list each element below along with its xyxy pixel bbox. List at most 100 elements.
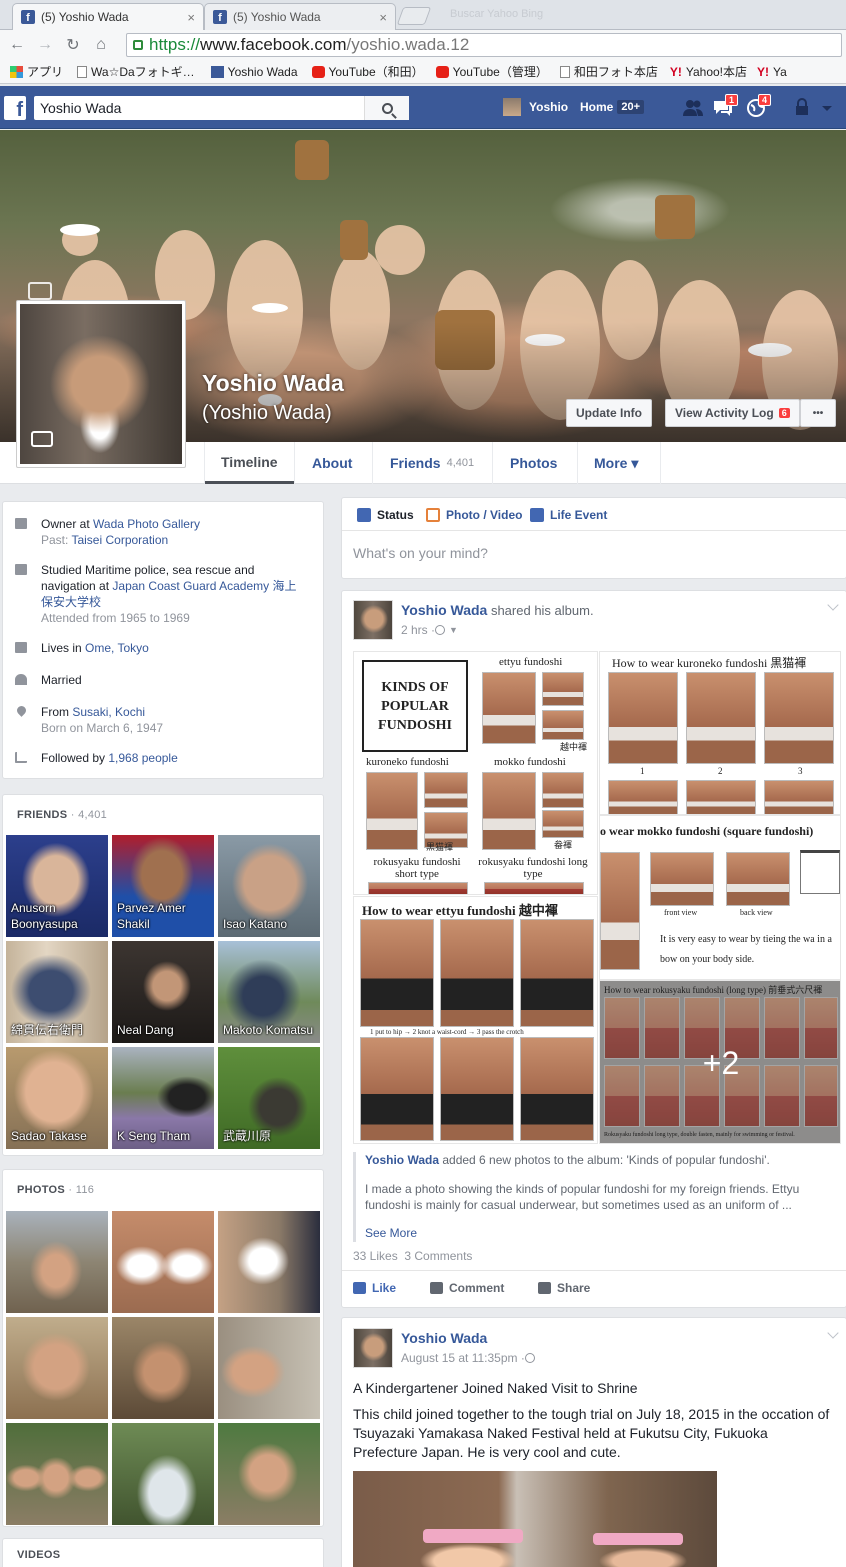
lock-icon	[133, 40, 143, 50]
pencil-icon	[357, 508, 371, 522]
comment-button[interactable]: Comment	[430, 1281, 504, 1295]
post-timestamp[interactable]: August 15 at 11:35pm ·	[401, 1351, 535, 1365]
home-icon[interactable]: ⌂	[90, 34, 112, 56]
more-options-button[interactable]: •••	[800, 399, 836, 427]
album-photo-kuroneko[interactable]: How to wear kuroneko fundoshi 黒猫褌 1 2 3	[599, 651, 841, 815]
post-photo[interactable]	[353, 1471, 717, 1567]
photo-tile[interactable]	[112, 1423, 214, 1525]
bookmark-yahoo[interactable]: Y! Yahoo!本店	[670, 63, 747, 80]
new-tab-button[interactable]	[396, 7, 432, 25]
bookmark-youtube-wada[interactable]: YouTube（和田）	[311, 63, 424, 80]
friend-tile[interactable]: Anusorn Boonyasupa	[6, 835, 108, 937]
bookmark-wada-gallery[interactable]: Wa☆Daフォトギ…	[77, 63, 195, 80]
bookmark-facebook[interactable]: Yoshio Wada	[210, 65, 298, 79]
photo-tile[interactable]	[218, 1423, 320, 1525]
videos-section-title[interactable]: VIDEOS	[17, 1549, 60, 1561]
album-photo-rokusyaku-more[interactable]: How to wear rokusyaku fundoshi (long typ…	[599, 980, 841, 1144]
home-link[interactable]: Home 20+	[580, 100, 645, 114]
update-cover-camera-icon[interactable]	[28, 282, 52, 300]
followers-link[interactable]: 1,968 people	[108, 751, 177, 765]
friend-requests-icon[interactable]	[682, 98, 704, 118]
profile-name[interactable]: Yoshio Wada	[202, 370, 344, 397]
reload-icon[interactable]: ↻	[62, 34, 84, 56]
photo-tile[interactable]	[6, 1211, 108, 1313]
post-timestamp[interactable]: 2 hrs · ▼	[401, 623, 458, 637]
post-author-link[interactable]: Yoshio Wada	[401, 602, 487, 618]
update-info-button[interactable]: Update Info	[566, 399, 652, 427]
post-author-avatar[interactable]	[353, 1328, 393, 1368]
profile-picture[interactable]	[16, 300, 186, 468]
tab-about[interactable]: About	[312, 442, 352, 484]
bookmark-youtube-admin[interactable]: YouTube（管理）	[435, 63, 548, 80]
browser-tab[interactable]: f (5) Yoshio Wada ×	[204, 3, 396, 30]
browser-tab-active[interactable]: f (5) Yoshio Wada ×	[12, 3, 204, 30]
update-profile-camera-icon[interactable]	[31, 431, 53, 447]
photo-tile[interactable]	[218, 1211, 320, 1313]
address-bar[interactable]: https://www.facebook.com/yoshio.wada.12	[126, 33, 842, 57]
friend-tile[interactable]: Neal Dang	[112, 941, 214, 1043]
composer-tab-status[interactable]: Status	[357, 508, 414, 522]
photo-icon	[426, 508, 440, 522]
tab-timeline[interactable]: Timeline	[205, 442, 294, 484]
account-menu-chevron-down-icon[interactable]	[820, 98, 842, 118]
album-photo-mokko[interactable]: o wear mokko fundoshi (square fundoshi) …	[599, 815, 841, 980]
more-photos-overlay[interactable]: +2	[600, 981, 840, 1143]
facebook-logo-icon[interactable]: f	[4, 96, 26, 120]
photos-section-title[interactable]: PHOTOS · 116	[17, 1184, 94, 1196]
house-icon	[15, 642, 27, 653]
public-globe-icon[interactable]	[435, 625, 446, 635]
like-button[interactable]: Like	[353, 1281, 396, 1295]
tab-photos[interactable]: Photos	[510, 442, 557, 484]
photo-tile[interactable]	[6, 1317, 108, 1419]
back-arrow-icon[interactable]: ←	[6, 34, 28, 56]
friend-tile[interactable]: Parvez Amer Shakil	[112, 835, 214, 937]
apps-icon	[10, 65, 23, 78]
messages-icon[interactable]: 1	[712, 94, 738, 118]
see-more-link[interactable]: See More	[365, 1226, 417, 1240]
comments-count-link[interactable]: 3 Comments	[404, 1249, 472, 1263]
friend-tile[interactable]: Sadao Takase	[6, 1047, 108, 1149]
post-author-link[interactable]: Yoshio Wada	[401, 1330, 487, 1346]
public-globe-icon[interactable]	[524, 1353, 535, 1363]
view-activity-log-button[interactable]: View Activity Log 6	[665, 399, 800, 427]
close-tab-icon[interactable]: ×	[187, 10, 195, 25]
hometown-link[interactable]: Susaki, Kochi	[72, 705, 145, 719]
current-city-link[interactable]: Ome, Tokyo	[85, 641, 149, 655]
graduation-cap-icon	[15, 564, 27, 575]
notifications-globe-icon[interactable]: 4	[745, 94, 771, 118]
bookmark-apps[interactable]: アプリ	[10, 63, 63, 80]
album-photo-kinds[interactable]: KINDS OF POPULAR FUNDOSHI ettyu fundoshi…	[353, 651, 598, 895]
tab-more[interactable]: More ▾	[594, 442, 638, 484]
composer-input[interactable]: What's on your mind?	[353, 545, 833, 561]
work-link[interactable]: Wada Photo Gallery	[93, 517, 200, 531]
share-button[interactable]: Share	[538, 1281, 590, 1295]
album-photo-ettyu[interactable]: How to wear ettyu fundoshi 越中褌 1 put to …	[353, 896, 598, 1144]
facebook-search-input[interactable]: Yoshio Wada	[34, 96, 409, 120]
photo-tile[interactable]	[218, 1317, 320, 1419]
yahoo-icon: Y!	[757, 64, 770, 79]
forward-arrow-icon[interactable]: →	[34, 34, 56, 56]
album-author-link[interactable]: Yoshio Wada	[365, 1153, 439, 1167]
likes-count-link[interactable]: 33 Likes	[353, 1249, 398, 1263]
post-author-avatar[interactable]	[353, 600, 393, 640]
audience-chevron-down-icon[interactable]: ▼	[449, 625, 458, 635]
friend-tile[interactable]: 武蔵川原	[218, 1047, 320, 1149]
composer-tab-life-event[interactable]: Life Event	[530, 508, 607, 522]
photo-tile[interactable]	[6, 1423, 108, 1525]
friend-tile[interactable]: 綿貫伝右衛門	[6, 941, 108, 1043]
friend-tile[interactable]: Makoto Komatsu	[218, 941, 320, 1043]
past-work-link[interactable]: Taisei Corporation	[71, 533, 168, 547]
composer-tab-photo-video[interactable]: Photo / Video	[426, 508, 522, 522]
photo-tile[interactable]	[112, 1211, 214, 1313]
bookmark-yahoo-2[interactable]: Y! Ya	[757, 65, 787, 79]
friend-tile[interactable]: Isao Katano	[218, 835, 320, 937]
bookmark-wada-photo[interactable]: 和田フォト本店	[559, 63, 658, 80]
search-button[interactable]	[364, 96, 409, 120]
tab-friends[interactable]: Friends 4,401	[390, 442, 474, 484]
profile-shortcut[interactable]: Yoshio	[503, 98, 568, 116]
close-tab-icon[interactable]: ×	[379, 10, 387, 25]
friends-section-title[interactable]: FRIENDS · 4,401	[17, 809, 107, 821]
photo-tile[interactable]	[112, 1317, 214, 1419]
privacy-lock-icon[interactable]	[792, 98, 814, 118]
friend-tile[interactable]: K Seng Tham	[112, 1047, 214, 1149]
